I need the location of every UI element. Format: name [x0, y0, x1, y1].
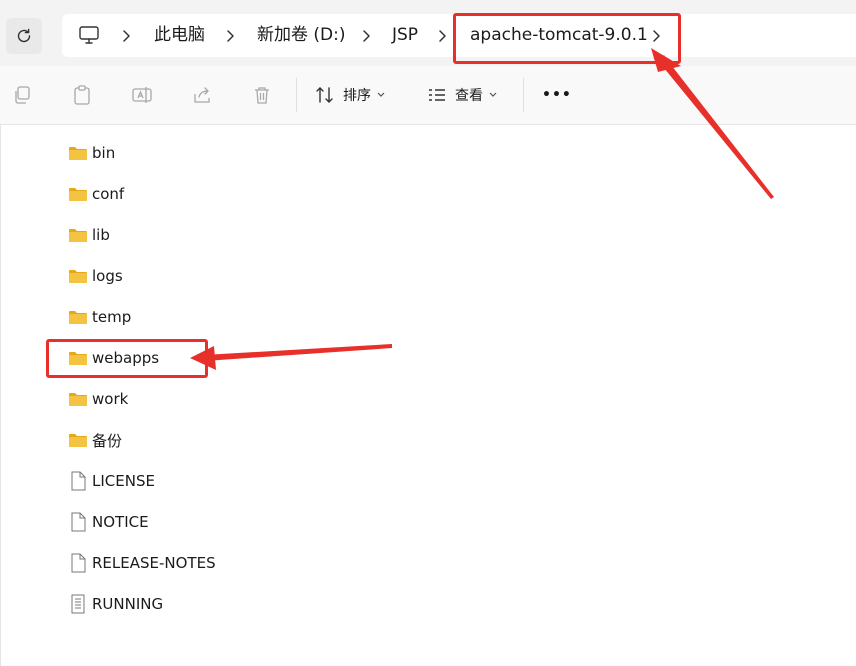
annotation-arrow-webapps	[204, 344, 392, 361]
annotation-arrow-breadcrumb	[660, 55, 774, 199]
annotation-arrows	[190, 48, 774, 370]
arrowhead	[651, 48, 681, 72]
arrowhead	[190, 346, 216, 370]
